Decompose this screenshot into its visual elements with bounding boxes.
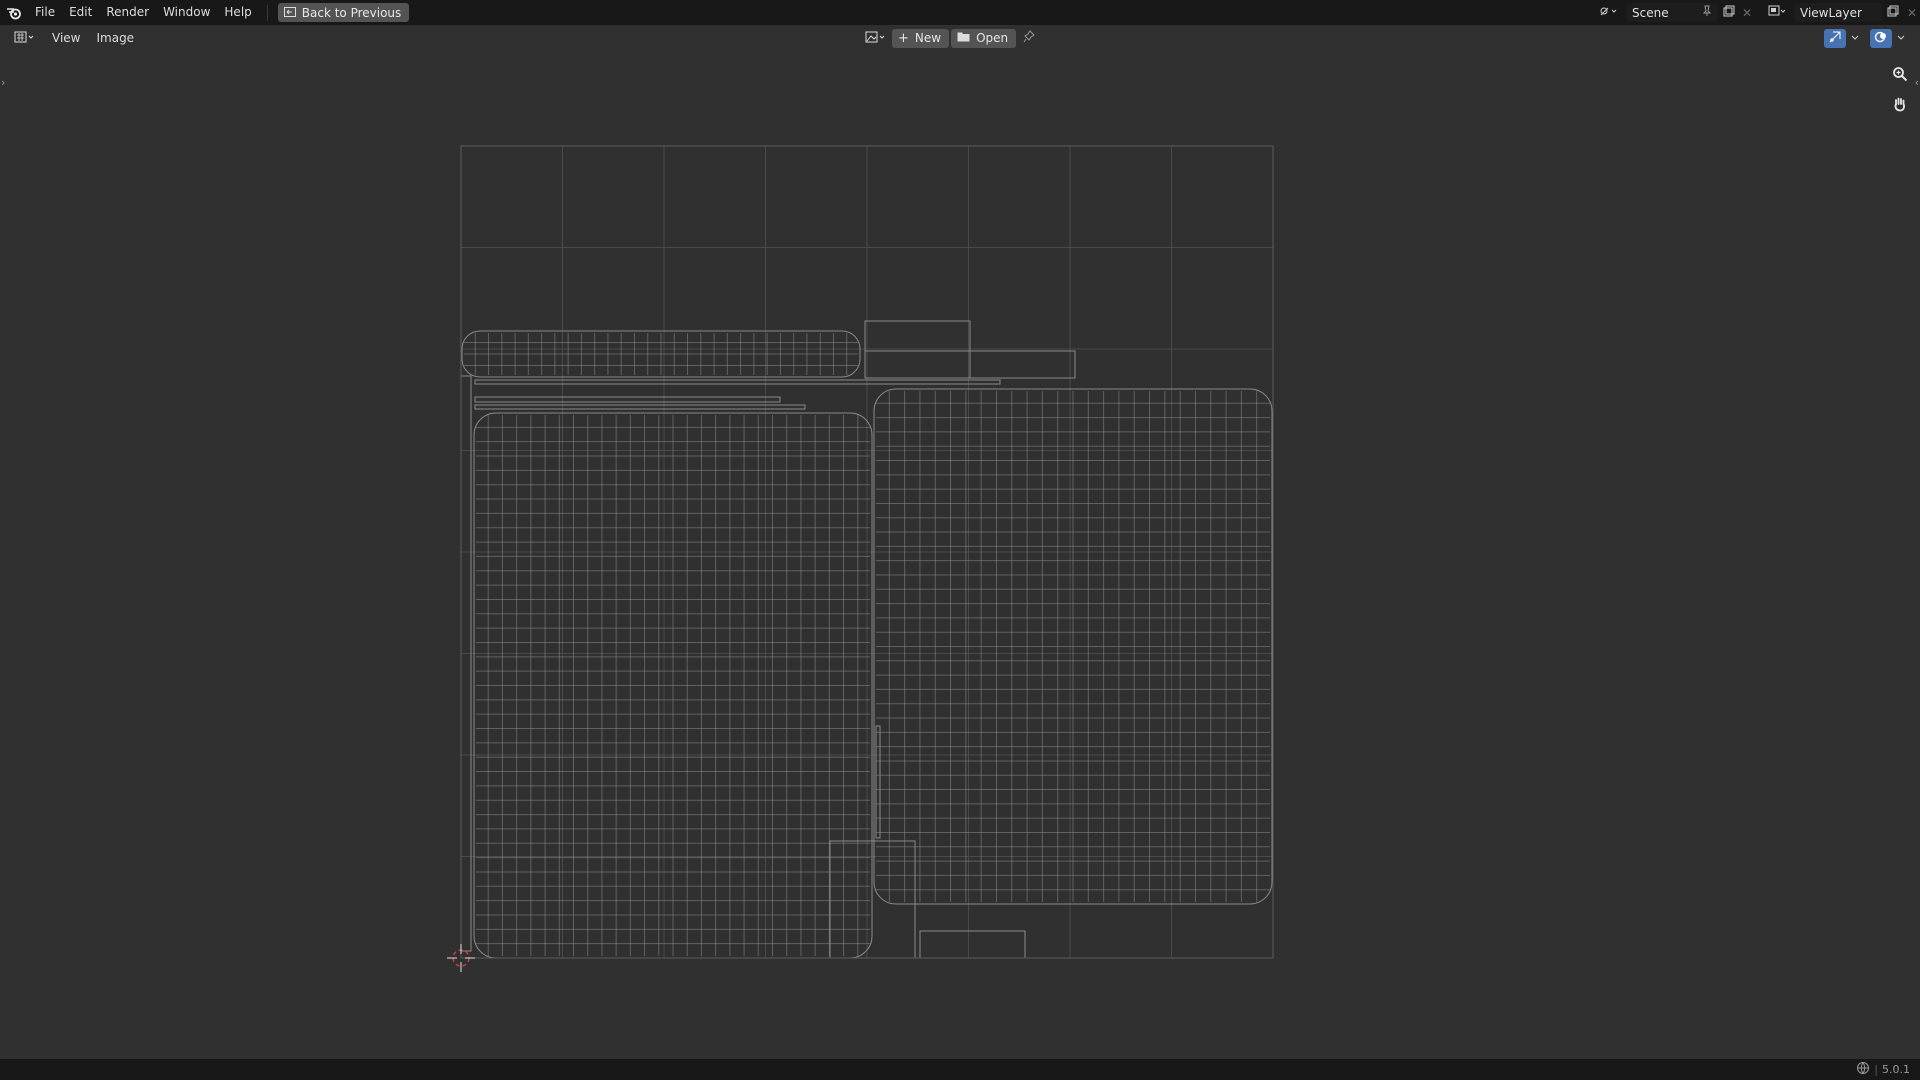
pin-icon (1023, 30, 1035, 46)
uv-island-left-strip[interactable] (460, 375, 472, 952)
overlay-dropdown[interactable] (1894, 29, 1908, 48)
overlay-toggle[interactable] (1870, 28, 1892, 48)
open-image-button[interactable]: Open (951, 28, 1017, 48)
uv-island-thin-strip[interactable] (474, 379, 1001, 385)
view-layer-name: ViewLayer (1800, 5, 1862, 20)
gizmo-toggle[interactable] (1824, 28, 1846, 48)
blender-logo-icon[interactable] (0, 0, 28, 25)
uv-grid (461, 146, 1273, 958)
menu-edit[interactable]: Edit (62, 0, 99, 25)
blender-version: 5.0.1 (1882, 1063, 1910, 1076)
menu-help[interactable]: Help (217, 0, 258, 25)
new-scene-button[interactable] (1718, 3, 1740, 22)
view-layer-browse-button[interactable] (1764, 3, 1792, 22)
menu-render[interactable]: Render (99, 0, 156, 25)
new-image-button[interactable]: + New (892, 28, 950, 48)
uv-island-small-rect[interactable] (919, 930, 1026, 959)
image-browse-button[interactable] (862, 29, 890, 48)
image-browse-icon (865, 31, 887, 46)
uv-viewport[interactable]: › ‹ (0, 51, 1920, 1059)
plus-icon: + (898, 30, 909, 46)
menu-file[interactable]: File (28, 0, 62, 25)
separator (266, 4, 268, 21)
scene-selectors: Scene ✕ ViewLayer ✕ (1594, 0, 1920, 25)
top-bar: File Edit Render Window Help Back to Pre… (0, 0, 1920, 25)
open-image-label: Open (976, 31, 1009, 45)
back-to-previous-button[interactable]: Back to Previous (277, 3, 410, 22)
overlay-icon (1874, 30, 1888, 47)
menu-image[interactable]: Image (88, 25, 142, 51)
uv-island-thin-strip[interactable] (875, 725, 881, 839)
uv-island-small-rect[interactable] (864, 320, 971, 352)
scene-name: Scene (1632, 5, 1669, 20)
globe-icon (1856, 1061, 1870, 1078)
close-icon: ✕ (1741, 5, 1753, 20)
editor-header: View Image + New Open (0, 25, 1920, 51)
gizmo-icon (1828, 30, 1842, 47)
new-view-layer-button[interactable] (1882, 3, 1904, 22)
back-to-previous-icon (283, 6, 296, 20)
scene-name-field[interactable]: Scene (1626, 3, 1718, 22)
gizmo-dropdown[interactable] (1848, 29, 1862, 48)
uv-island-thin-strip[interactable] (474, 404, 806, 410)
close-icon: ✕ (1906, 5, 1918, 20)
folder-icon (957, 31, 970, 45)
menu-window[interactable]: Window (156, 0, 217, 25)
duplicate-icon (1723, 5, 1735, 20)
scene-browse-button[interactable] (1594, 3, 1624, 22)
back-to-previous-label: Back to Previous (301, 5, 402, 20)
uv-island-small-rect[interactable] (864, 350, 971, 379)
status-bar: | 5.0.1 (0, 1059, 1920, 1080)
new-image-label: New (914, 31, 942, 45)
uv-editor-icon (14, 31, 36, 46)
status-divider: | (1874, 1063, 1878, 1076)
uv-canvas[interactable] (0, 51, 1920, 1059)
delete-scene-button[interactable]: ✕ (1740, 3, 1754, 22)
pin-icon[interactable] (1702, 5, 1712, 20)
view-layer-icon (1768, 5, 1788, 20)
display-tools (1824, 28, 1908, 48)
duplicate-icon (1887, 5, 1899, 20)
menu-view[interactable]: View (44, 25, 88, 51)
delete-view-layer-button[interactable]: ✕ (1904, 3, 1920, 22)
editor-type-button[interactable] (10, 29, 40, 48)
uv-island-small-rect[interactable] (969, 350, 1076, 379)
uv-island-thin-strip[interactable] (474, 396, 781, 403)
pin-image-button[interactable] (1018, 29, 1040, 48)
scene-icon (1599, 5, 1619, 20)
view-layer-field[interactable]: ViewLayer (1794, 3, 1882, 22)
image-tools: + New Open (862, 28, 1040, 48)
